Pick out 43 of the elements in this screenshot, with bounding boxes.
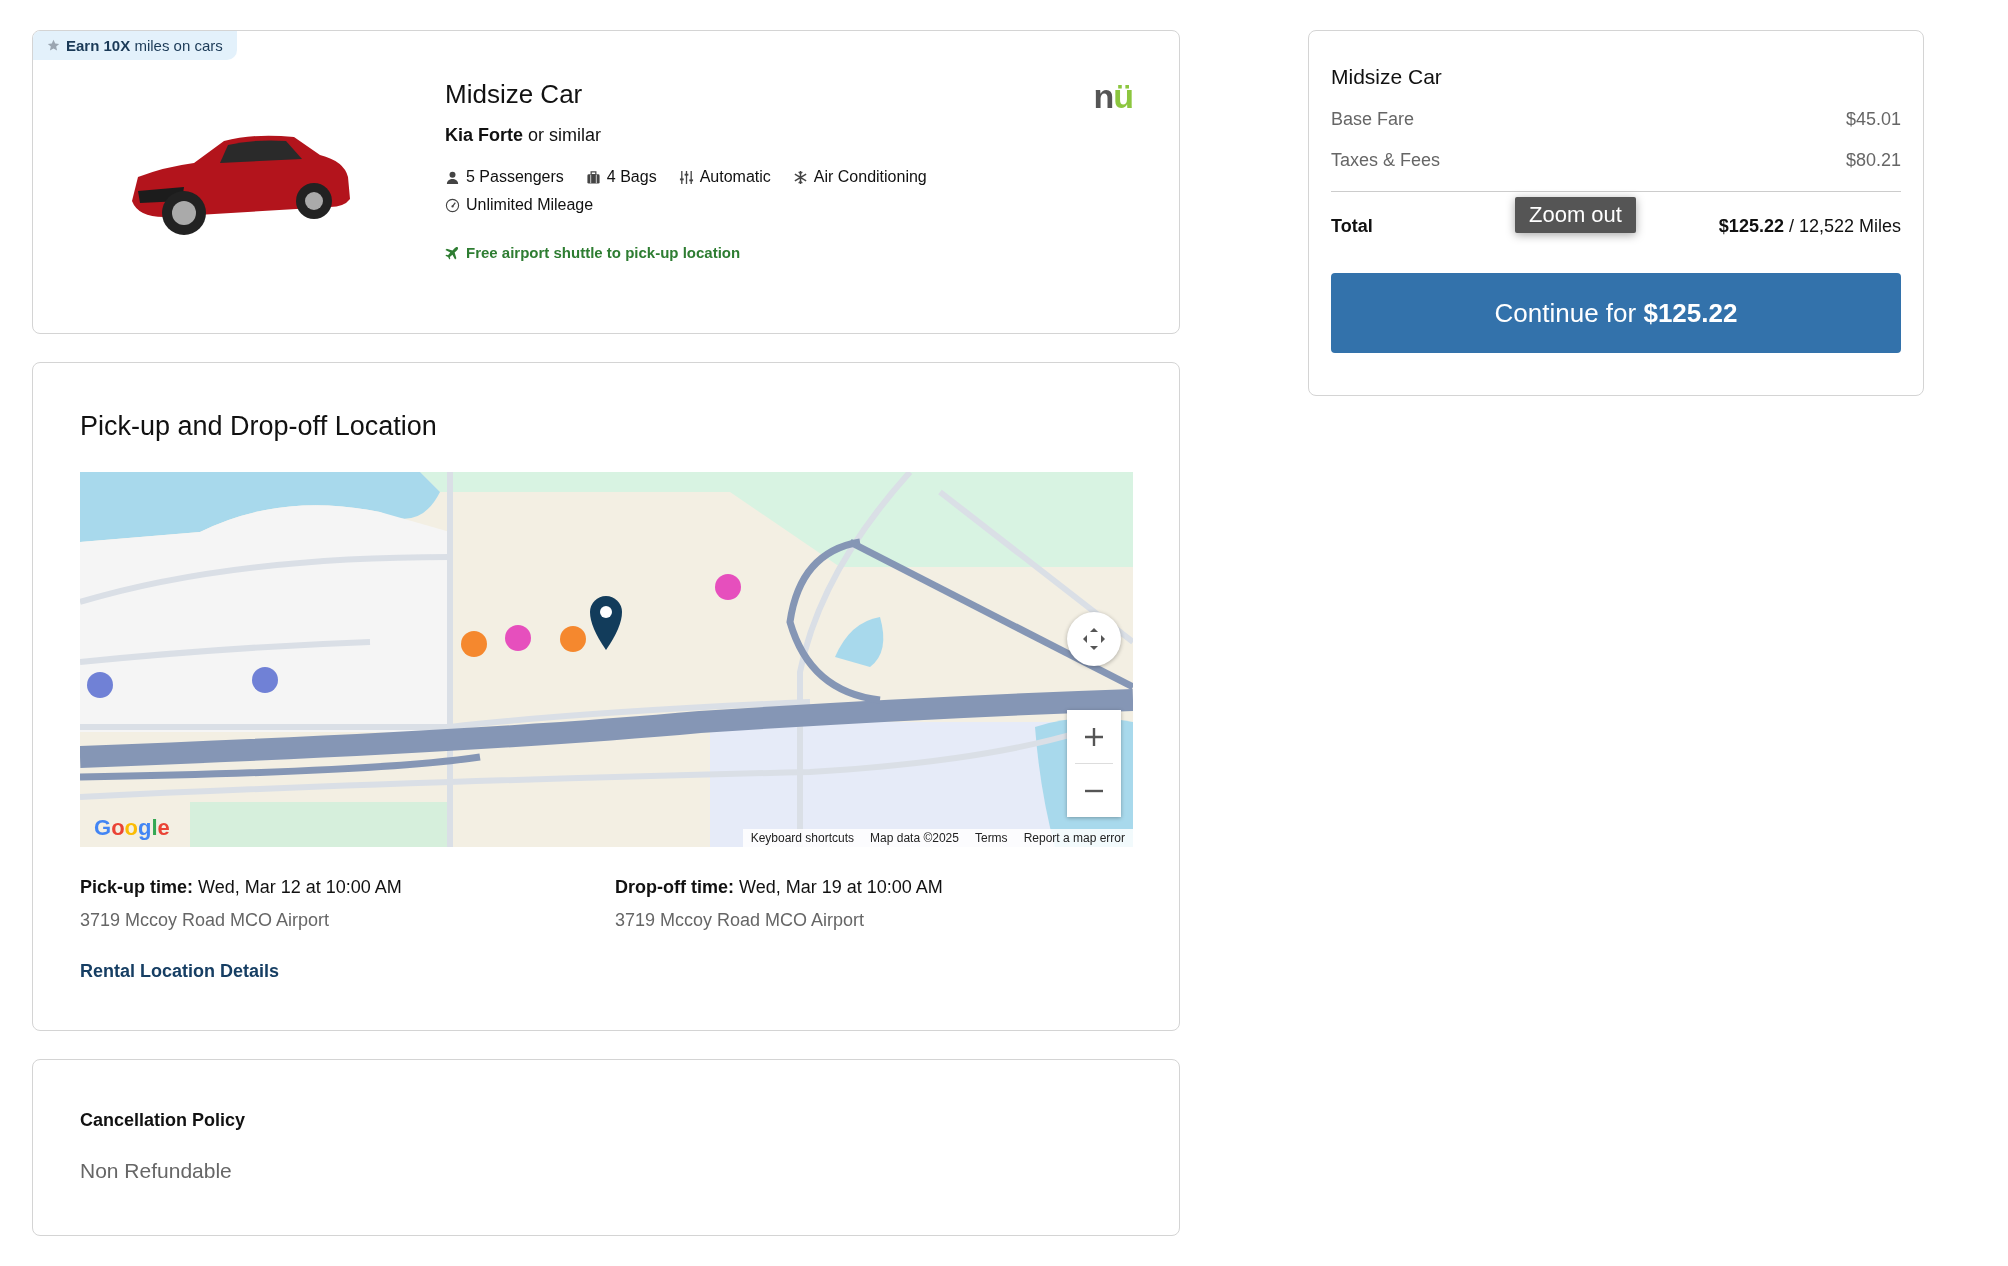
address: 3719 Mccoy Road MCO Airport (80, 910, 331, 931)
tooltip: Zoom out (1515, 197, 1636, 233)
car-model: Kia Forte or similar (445, 125, 603, 146)
shuttle-info: Free airport shuttle to pick-up location (466, 244, 741, 261)
snowflake-icon (792, 169, 808, 185)
total-label: Total (1331, 216, 1373, 237)
total-value: $125.22 / 12,522 Miles (1718, 216, 1901, 237)
promo-text: Earn 10X miles on cars (66, 37, 223, 54)
car-category: Midsize Car (445, 79, 583, 110)
fare-label: Base Fare (1331, 109, 1415, 130)
sliders-icon (678, 169, 694, 185)
location-details-link[interactable]: Rental Location Details (80, 961, 280, 982)
vendor-logo: nü (1093, 79, 1133, 113)
car-feature: 4 Bags (606, 168, 657, 186)
car-feature: Unlimited Mileage (466, 196, 594, 214)
car-feature: Automatic (699, 168, 771, 186)
map-footer-link[interactable]: Keyboard shortcuts (750, 831, 855, 845)
continue-button[interactable]: Continue for $125.22 (1331, 273, 1901, 353)
address: 3719 Mccoy Road MCO Airport (615, 910, 866, 931)
time-info: Pick-up time: Wed, Mar 12 at 10:00 AM (80, 877, 403, 898)
fare-label: Taxes & Fees (1331, 150, 1441, 171)
map-footer-link[interactable]: Terms (974, 831, 1008, 845)
airplane-icon (445, 245, 459, 260)
car-feature: 5 Passengers (466, 168, 564, 186)
policy-title: Cancellation Policy (80, 1110, 247, 1131)
star-icon (47, 39, 60, 52)
map-footer-link[interactable]: Report a map error (1023, 831, 1125, 845)
zoom-in-button[interactable] (1067, 710, 1121, 763)
map-footer-link[interactable]: Map data ©2025 (870, 831, 959, 845)
bag-icon (585, 169, 601, 185)
expand-arrows-icon (1081, 626, 1107, 652)
summary-title: Midsize Car (1331, 65, 1443, 89)
map-logo: Google (94, 815, 170, 841)
fare-amount: $45.01 (1845, 109, 1901, 130)
policy-text: Non Refundable (80, 1159, 233, 1183)
fare-amount: $80.21 (1845, 150, 1901, 171)
person-icon (445, 169, 460, 185)
car-feature: Air Conditioning (813, 168, 927, 186)
section-title: Pick-up and Drop-off Location (80, 411, 438, 442)
plus-icon (1083, 725, 1105, 748)
time-info: Drop-off time: Wed, Mar 19 at 10:00 AM (615, 877, 944, 898)
gauge-icon (445, 197, 460, 213)
minus-icon (1083, 788, 1105, 793)
